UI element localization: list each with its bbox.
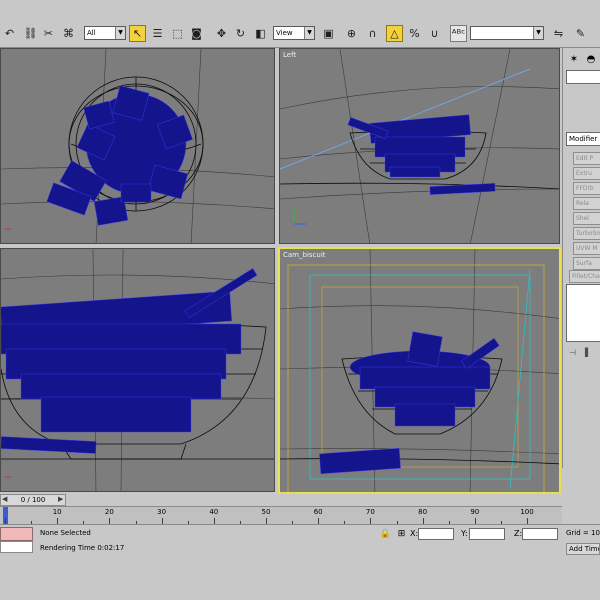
modifier-button[interactable]: UVW M [573, 242, 600, 255]
track-tick-label: 30 [157, 508, 167, 516]
modifier-button[interactable]: Extru [573, 167, 600, 180]
unlink-icon[interactable]: ✂ [40, 25, 57, 42]
main-toolbar: ↶ ⛓ ✂ ⌘ All ▼ ↖ ☰ ⬚ ◙ ✥ ↻ ◧ View ▼ ▣ ⊕ ∩… [0, 20, 600, 48]
frame-display: 0 / 100 [20, 496, 46, 504]
track-tick-label: 80 [418, 508, 428, 516]
y-label: Y: [461, 529, 468, 538]
cereal-mesh-left [347, 114, 496, 195]
spinner-snap-icon[interactable]: ∪ [426, 25, 443, 42]
viewport-left-scene [280, 49, 559, 243]
chevron-down-icon: ▼ [115, 27, 125, 39]
undo-icon[interactable]: ↶ [1, 25, 18, 42]
rectangular-selection-icon[interactable]: ⬚ [169, 25, 186, 42]
modify-tab-icon[interactable]: ◓ [583, 51, 599, 67]
rotate-icon[interactable]: ↻ [232, 25, 249, 42]
z-coordinate-field[interactable] [522, 528, 558, 540]
show-end-result-icon[interactable]: ▌ [585, 348, 591, 357]
maxscript-output[interactable] [0, 541, 33, 553]
selection-status: None Selected [40, 529, 91, 537]
chevron-down-icon: ▼ [533, 27, 543, 39]
viewport-front-scene [1, 249, 274, 491]
mirror-icon[interactable]: ⇋ [550, 25, 567, 42]
cereal-mesh-front [1, 268, 258, 454]
align-icon[interactable]: ✎ [572, 25, 589, 42]
viewport-camera-label: Cam_biscuit [283, 251, 326, 259]
maxscript-listener[interactable] [0, 527, 33, 541]
selection-filter-dropdown[interactable]: All ▼ [84, 26, 126, 40]
viewport-left[interactable]: Left [279, 48, 560, 244]
add-time-tag-button[interactable]: Add Time [566, 543, 600, 555]
track-bar[interactable]: 10 20 30 40 50 60 70 80 90 100 [0, 506, 562, 525]
track-tick-label: 10 [52, 508, 62, 516]
selection-filter-value: All [87, 29, 96, 37]
modifier-button[interactable]: Rela [573, 197, 600, 210]
viewport-top-scene [1, 49, 274, 243]
lock-selection-icon[interactable]: 🔒 [380, 528, 391, 539]
rendering-time: Rendering Time 0:02:17 [40, 544, 125, 552]
viewport-camera[interactable]: Cam_biscuit [278, 247, 561, 494]
command-panel: ✶ ◓ Modifier Li Edit P Extru FFD(b Rela … [562, 48, 600, 468]
track-tick-label: 90 [470, 508, 480, 516]
modifier-button[interactable]: Surfa [573, 257, 600, 270]
pin-stack-icon[interactable]: ⊣ [569, 348, 576, 357]
track-tick-label: 50 [261, 508, 271, 516]
y-coordinate-field[interactable] [469, 528, 505, 540]
track-tick-label: 60 [313, 508, 323, 516]
window-crossing-icon[interactable]: ◙ [188, 25, 205, 42]
slider-left-arrow-icon[interactable]: ◀ [2, 495, 7, 503]
move-icon[interactable]: ✥ [213, 25, 230, 42]
cereal-mesh-camera [319, 331, 500, 474]
reference-coordinate-dropdown[interactable]: View ▼ [273, 26, 315, 40]
cereal-mesh-top [46, 85, 193, 226]
pivot-center-icon[interactable]: ▣ [320, 25, 337, 42]
viewport-camera-scene [280, 249, 559, 492]
named-selection-dropdown[interactable]: ▼ [470, 26, 544, 40]
select-manipulate-icon[interactable]: ⊕ [343, 25, 360, 42]
bind-space-warp-icon[interactable]: ⌘ [60, 25, 77, 42]
object-name-field[interactable] [566, 70, 600, 84]
add-time-tag-label: Add Time [569, 545, 600, 553]
angle-snap-icon[interactable]: △ [386, 25, 403, 42]
track-tick-label: 70 [365, 508, 375, 516]
modifier-button[interactable]: Fillet/Cha [569, 270, 600, 283]
x-label: X: [410, 529, 419, 538]
select-by-name-icon[interactable]: ☰ [149, 25, 166, 42]
grid-size: Grid = 10.0 [566, 529, 600, 537]
z-label: Z: [514, 529, 523, 538]
track-tick-label: 40 [209, 508, 219, 516]
absolute-mode-icon[interactable]: ⊞ [396, 528, 407, 539]
modifier-button[interactable]: FFD(b [573, 182, 600, 195]
modifier-list-dropdown[interactable]: Modifier Li [566, 132, 600, 146]
axis-tripod [293, 209, 306, 225]
percent-snap-icon[interactable]: % [406, 25, 423, 42]
modifier-button[interactable]: Edit P [573, 152, 600, 165]
snap-toggle-icon[interactable]: ∩ [364, 25, 381, 42]
modifier-list-label: Modifier Li [569, 135, 600, 143]
viewport-front[interactable] [0, 248, 275, 492]
select-and-link-icon[interactable]: ⛓ [22, 25, 39, 42]
modifier-stack[interactable] [566, 284, 600, 342]
scale-icon[interactable]: ◧ [252, 25, 269, 42]
viewport-left-label: Left [283, 51, 297, 59]
viewport-top[interactable] [0, 48, 275, 244]
modifier-button[interactable]: TurboSm [573, 227, 600, 240]
track-tick-label: 100 [520, 508, 534, 516]
x-coordinate-field[interactable] [418, 528, 454, 540]
select-object-icon[interactable]: ↖ [129, 25, 146, 42]
modifier-button[interactable]: Shel [573, 212, 600, 225]
slider-right-arrow-icon[interactable]: ▶ [58, 495, 63, 503]
chevron-down-icon: ▼ [304, 27, 314, 39]
status-bar: None Selected Rendering Time 0:02:17 🔒 ⊞… [0, 524, 600, 600]
named-selection-sets-icon[interactable]: ᴬᴮᶜ [450, 25, 467, 42]
coord-system-value: View [276, 29, 293, 37]
track-tick-label: 20 [104, 508, 114, 516]
create-tab-icon[interactable]: ✶ [566, 51, 582, 67]
time-slider[interactable]: 0 / 100 [0, 494, 66, 506]
